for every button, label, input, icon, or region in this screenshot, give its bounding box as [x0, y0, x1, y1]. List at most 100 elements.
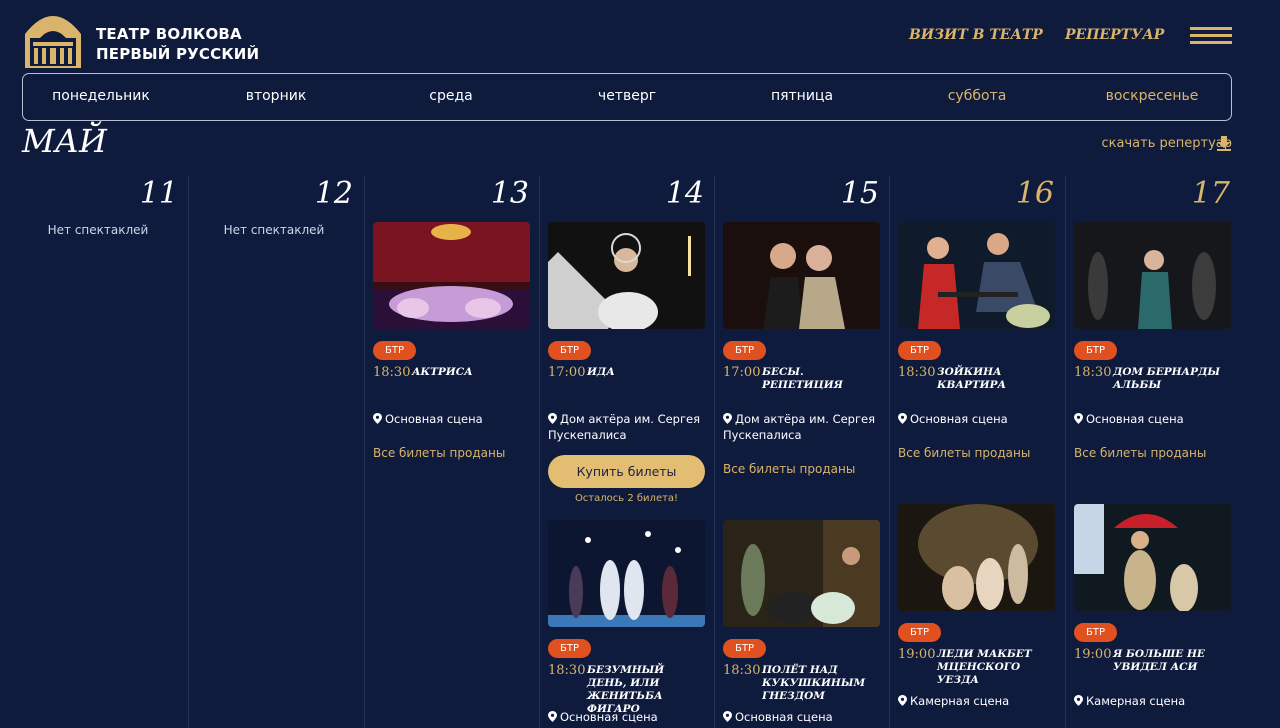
event-photo[interactable] — [1074, 222, 1231, 329]
download-icon[interactable] — [1216, 135, 1232, 151]
day-column-14: 14 БТР 17:00 ИДА Дом актёра им. Сергея П… — [539, 176, 714, 728]
day-number: 12 — [314, 176, 353, 211]
event-venue: Основная сцена — [898, 411, 1055, 427]
event-badge: БТР — [723, 639, 766, 658]
weekday-thursday[interactable]: четверг — [598, 88, 656, 104]
location-pin-icon — [723, 711, 732, 722]
tickets-left-note: Осталось 2 билета! — [574, 493, 679, 504]
event-venue: Дом актёра им. Сергея Пускепалиса — [548, 411, 705, 443]
location-pin-icon — [1074, 695, 1083, 706]
no-shows-text: Нет спектаклей — [223, 223, 325, 237]
venue-name: Основная сцена — [385, 412, 483, 426]
venue-name: Основная сцена — [735, 710, 833, 724]
event-venue: Камерная сцена — [898, 693, 1055, 709]
event-time: 18:30 — [898, 365, 936, 380]
event-title[interactable]: ПОЛЁТ НАД КУКУШКИНЫМ ГНЕЗДОМ — [762, 664, 880, 703]
weekday-friday[interactable]: пятница — [771, 88, 833, 104]
location-pin-icon — [373, 413, 382, 424]
event-badge: БТР — [1074, 341, 1117, 360]
event-time: 19:00 — [1074, 647, 1112, 662]
day-column-16: 16 БТР 18:30 ЗОЙКИНА КВАРТИРА Основная с… — [889, 176, 1064, 728]
day-column-13: 13 БТР 18:30 АКТРИСА Основная сцена Все … — [364, 176, 539, 728]
day-column-17: 17 БТР 18:30 ДОМ БЕРНАРДЫ АЛЬБЫ Основная… — [1065, 176, 1240, 728]
event-title[interactable]: АКТРИСА — [412, 366, 530, 379]
weekday-strip: понедельник вторник среда четверг пятниц… — [22, 73, 1232, 121]
day-column-15: 15 БТР 17:00 БЕСЫ. РЕПЕТИЦИЯ Дом актёра … — [714, 176, 889, 728]
venue-name: Основная сцена — [560, 710, 658, 724]
event-badge: БТР — [373, 341, 416, 360]
location-pin-icon — [898, 413, 907, 424]
event-badge: БТР — [548, 639, 591, 658]
event-title[interactable]: Я БОЛЬШЕ НЕ УВИДЕЛ АСИ — [1113, 648, 1231, 674]
event-photo[interactable] — [898, 222, 1055, 329]
event-title[interactable]: ЗОЙКИНА КВАРТИРА — [937, 366, 1055, 392]
event-title[interactable]: ДОМ БЕРНАРДЫ АЛЬБЫ — [1113, 366, 1231, 392]
day-column-12: 12 Нет спектаклей — [188, 176, 363, 728]
hamburger-menu-icon[interactable] — [1190, 27, 1232, 45]
weekday-wednesday[interactable]: среда — [429, 88, 472, 104]
event-badge: БТР — [898, 623, 941, 642]
event-badge: БТР — [548, 341, 591, 360]
event-photo[interactable] — [723, 520, 880, 627]
download-repertoire-link[interactable]: скачать репертуар — [1102, 136, 1232, 151]
theatre-name[interactable]: ТЕАТР ВОЛКОВА ПЕРВЫЙ РУССКИЙ — [96, 24, 259, 64]
venue-name: Дом актёра им. Сергея Пускепалиса — [723, 412, 876, 442]
venue-name: Дом актёра им. Сергея Пускепалиса — [548, 412, 701, 442]
day-number: 15 — [840, 176, 879, 211]
weekday-monday[interactable]: понедельник — [52, 88, 150, 104]
weekday-tuesday[interactable]: вторник — [246, 88, 307, 104]
venue-name: Камерная сцена — [910, 694, 1010, 708]
top-bar: ТЕАТР ВОЛКОВА ПЕРВЫЙ РУССКИЙ ВИЗИТ В ТЕА… — [0, 0, 1280, 72]
theatre-logo-icon[interactable] — [22, 4, 84, 70]
weekday-sunday[interactable]: воскресенье — [1106, 88, 1199, 104]
event-venue: Дом актёра им. Сергея Пускепалиса — [723, 411, 880, 443]
event-venue: Основная сцена — [723, 709, 880, 725]
sold-out-text: Все билеты проданы — [373, 446, 506, 460]
event-title[interactable]: ЛЕДИ МАКБЕТ МЦЕНСКОГО УЕЗДА — [937, 648, 1055, 687]
event-badge: БТР — [1074, 623, 1117, 642]
event-time: 18:30 — [723, 663, 761, 678]
theatre-name-line1: ТЕАТР ВОЛКОВА — [96, 25, 242, 43]
event-photo[interactable] — [1074, 504, 1231, 611]
day-number: 14 — [665, 176, 704, 211]
day-number: 17 — [1191, 176, 1230, 211]
event-photo[interactable] — [548, 520, 705, 627]
event-venue: Основная сцена — [373, 411, 530, 427]
event-title[interactable]: БЕСЫ. РЕПЕТИЦИЯ — [762, 366, 880, 392]
nav-repertoire[interactable]: РЕПЕРТУАР — [1065, 27, 1164, 43]
venue-name: Камерная сцена — [1086, 694, 1186, 708]
sold-out-text: Все билеты проданы — [1074, 446, 1207, 460]
day-column-11: 11 Нет спектаклей — [13, 176, 188, 728]
weekday-saturday[interactable]: суббота — [948, 88, 1007, 104]
location-pin-icon — [723, 413, 732, 424]
event-badge: БТР — [898, 341, 941, 360]
location-pin-icon — [548, 711, 557, 722]
event-photo[interactable] — [548, 222, 705, 329]
location-pin-icon — [898, 695, 907, 706]
venue-name: Основная сцена — [910, 412, 1008, 426]
buy-tickets-button[interactable]: Купить билеты — [548, 455, 705, 488]
location-pin-icon — [548, 413, 557, 424]
day-number: 16 — [1015, 176, 1054, 211]
sold-out-text: Все билеты проданы — [898, 446, 1031, 460]
event-time: 19:00 — [898, 647, 936, 662]
event-badge: БТР — [723, 341, 766, 360]
no-shows-text: Нет спектаклей — [47, 223, 149, 237]
location-pin-icon — [1074, 413, 1083, 424]
event-venue: Основная сцена — [1074, 411, 1231, 427]
day-number: 13 — [490, 176, 529, 211]
event-venue: Основная сцена — [548, 709, 705, 725]
event-time: 17:00 — [723, 365, 761, 380]
nav-visit-theatre[interactable]: ВИЗИТ В ТЕАТР — [909, 27, 1043, 43]
event-venue: Камерная сцена — [1074, 693, 1231, 709]
theatre-name-line2: ПЕРВЫЙ РУССКИЙ — [96, 45, 260, 63]
event-time: 18:30 — [1074, 365, 1112, 380]
event-time: 18:30 — [548, 663, 586, 678]
event-photo[interactable] — [373, 222, 530, 329]
event-photo[interactable] — [723, 222, 880, 329]
month-title: МАЙ — [22, 122, 107, 160]
venue-name: Основная сцена — [1086, 412, 1184, 426]
sold-out-text: Все билеты проданы — [723, 462, 856, 476]
event-photo[interactable] — [898, 504, 1055, 611]
event-title[interactable]: ИДА — [587, 366, 705, 379]
